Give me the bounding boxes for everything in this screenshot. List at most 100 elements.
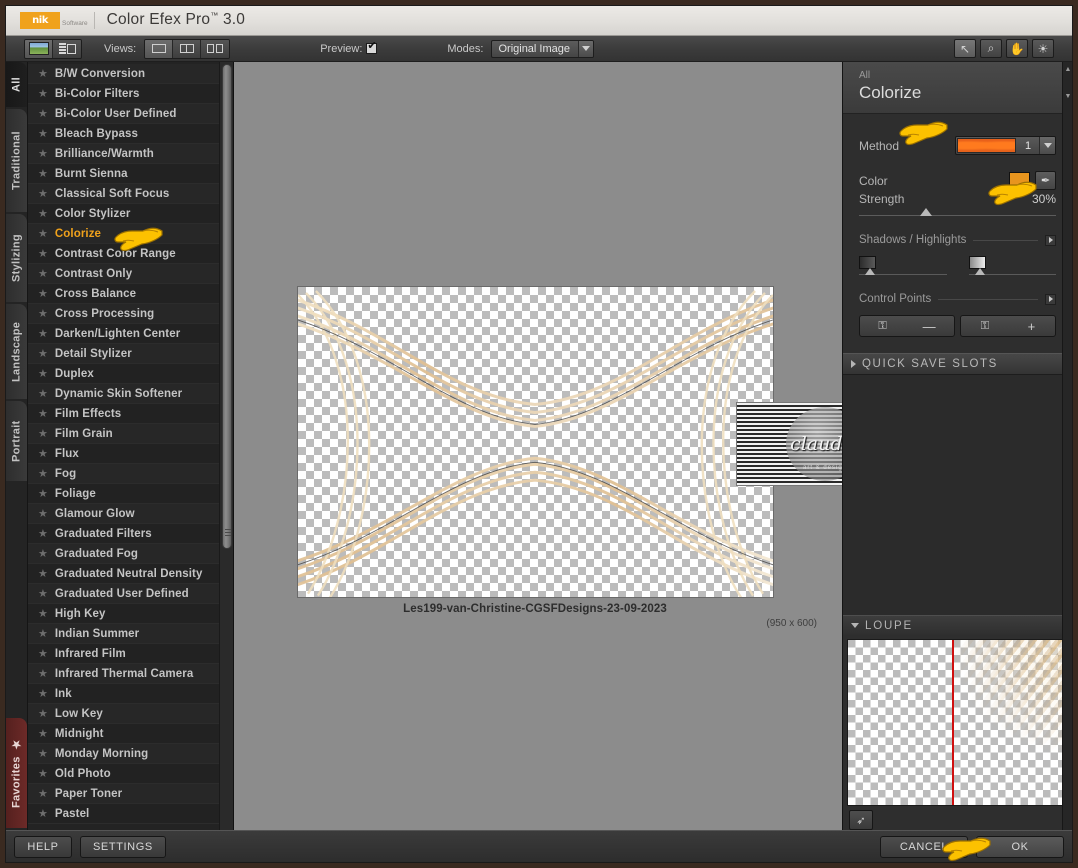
star-icon[interactable]: ★ <box>38 307 48 320</box>
scrollbar-thumb[interactable] <box>222 64 232 549</box>
filter-list-item[interactable]: ★ Foliage <box>28 484 219 504</box>
filter-list-item[interactable]: ★ Bi-Color User Defined <box>28 104 219 124</box>
star-icon[interactable]: ★ <box>38 407 48 420</box>
loupe-header[interactable]: LOUPE <box>843 615 1072 635</box>
filter-list-item[interactable]: ★ Contrast Color Range <box>28 244 219 264</box>
filter-list-item[interactable]: ★ Darken/Lighten Center <box>28 324 219 344</box>
star-icon[interactable]: ★ <box>38 327 48 340</box>
star-icon[interactable]: ★ <box>38 687 48 700</box>
star-icon[interactable]: ★ <box>38 667 48 680</box>
filter-list-item[interactable]: ★ Paper Toner <box>28 784 219 804</box>
image-preview-area[interactable]: claudia art & design Les199-van-Christin… <box>234 62 842 830</box>
star-icon[interactable]: ★ <box>38 807 48 820</box>
star-icon[interactable]: ★ <box>38 587 48 600</box>
star-icon[interactable]: ★ <box>38 547 48 560</box>
method-dropdown[interactable]: 1 <box>955 136 1056 155</box>
filter-list-item[interactable]: ★ Bi-Color Filters <box>28 84 219 104</box>
sidebar-tab-stylizing[interactable]: Stylizing <box>6 214 27 302</box>
filter-list-item[interactable]: ★ B/W Conversion <box>28 64 219 84</box>
quick-save-slots-header[interactable]: QUICK SAVE SLOTS <box>843 353 1072 375</box>
star-icon[interactable]: ★ <box>38 727 48 740</box>
hand-pan-tool[interactable]: ✋ <box>1006 39 1028 58</box>
sidebar-tab-favorites[interactable]: Favorites ★ <box>6 718 27 828</box>
sidebar-tab-landscape[interactable]: Landscape <box>6 304 27 399</box>
star-icon[interactable]: ★ <box>38 647 48 660</box>
remove-control-point-button[interactable]: ⚿ — <box>859 315 955 337</box>
magnifier-tool[interactable]: ⌕ <box>980 39 1002 58</box>
filter-list-item[interactable]: ★ Graduated Filters <box>28 524 219 544</box>
star-icon[interactable]: ★ <box>38 127 48 140</box>
filter-list-item[interactable]: ★ Glamour Glow <box>28 504 219 524</box>
filter-list-item[interactable]: ★ Colorize <box>28 224 219 244</box>
star-icon[interactable]: ★ <box>38 67 48 80</box>
star-icon[interactable]: ★ <box>38 107 48 120</box>
filter-list-item[interactable]: ★ Dynamic Skin Softener <box>28 384 219 404</box>
highlights-slider[interactable] <box>968 268 1056 275</box>
star-icon[interactable]: ★ <box>38 367 48 380</box>
eyedropper-icon[interactable]: ✒ <box>1035 171 1056 190</box>
filter-list-item[interactable]: ★ High Key <box>28 604 219 624</box>
filter-list-item[interactable]: ★ Indian Summer <box>28 624 219 644</box>
star-icon[interactable]: ★ <box>38 447 48 460</box>
star-icon[interactable]: ★ <box>38 787 48 800</box>
cancel-button[interactable]: CANCEL <box>880 835 968 858</box>
star-icon[interactable]: ★ <box>38 627 48 640</box>
side-by-side-view-button[interactable] <box>201 39 230 58</box>
color-swatch[interactable] <box>1009 172 1030 189</box>
filter-list-item[interactable]: ★ Cross Processing <box>28 304 219 324</box>
strength-slider-handle[interactable] <box>920 208 933 216</box>
star-icon[interactable]: ★ <box>38 747 48 760</box>
sidebar-tab-traditional[interactable]: Traditional <box>6 109 27 212</box>
expand-arrow-icon[interactable] <box>1045 234 1056 246</box>
arrow-pointer-tool[interactable]: ↖ <box>954 39 976 58</box>
shadows-slider[interactable] <box>859 268 947 275</box>
star-icon[interactable]: ★ <box>38 707 48 720</box>
scroll-down-arrow-icon[interactable]: ▼ <box>1064 92 1072 100</box>
views-button-group[interactable] <box>144 38 231 59</box>
filter-list-item[interactable]: ★ Flux <box>28 444 219 464</box>
shadows-control[interactable] <box>859 256 947 275</box>
filter-list-item[interactable]: ★ Film Grain <box>28 424 219 444</box>
pin-cursor-icon[interactable]: ➶ <box>849 810 873 830</box>
filter-list-item[interactable]: ★ Ink <box>28 684 219 704</box>
filter-list-item[interactable]: ★ Graduated Neutral Density <box>28 564 219 584</box>
strength-slider[interactable] <box>859 208 1056 216</box>
filter-list-item[interactable]: ★ Pastel <box>28 804 219 824</box>
star-icon[interactable]: ★ <box>38 267 48 280</box>
filter-list-item[interactable]: ★ Infrared Thermal Camera <box>28 664 219 684</box>
filter-list-item[interactable]: ★ Bleach Bypass <box>28 124 219 144</box>
view-mode-toggle-group[interactable] <box>24 38 82 59</box>
star-icon[interactable]: ★ <box>38 347 48 360</box>
filter-list-item[interactable]: ★ Burnt Sienna <box>28 164 219 184</box>
settings-button[interactable]: SETTINGS <box>80 835 166 858</box>
star-icon[interactable]: ★ <box>38 487 48 500</box>
filter-list-scrollbar[interactable] <box>219 62 233 830</box>
chevron-down-icon[interactable] <box>578 40 594 57</box>
brightness-tool[interactable]: ☀ <box>1032 39 1054 58</box>
single-pane-view-button[interactable] <box>145 39 174 58</box>
filter-list-item[interactable]: ★ Cross Balance <box>28 284 219 304</box>
modes-dropdown[interactable]: Original Image <box>491 39 595 58</box>
highlights-slider-handle[interactable] <box>974 268 985 275</box>
image-canvas[interactable] <box>297 286 774 598</box>
loupe-preview[interactable] <box>847 639 1066 806</box>
filter-list-item[interactable]: ★ Infrared Film <box>28 644 219 664</box>
filter-list-item[interactable]: ★ Monday Morning <box>28 744 219 764</box>
star-icon[interactable]: ★ <box>38 387 48 400</box>
preview-checkbox[interactable] <box>366 41 378 54</box>
shadows-slider-handle[interactable] <box>865 268 875 275</box>
filter-list-item[interactable]: ★ Old Photo <box>28 764 219 784</box>
star-icon[interactable]: ★ <box>38 287 48 300</box>
add-control-point-button[interactable]: ⚿ + <box>960 315 1056 337</box>
star-icon[interactable]: ★ <box>38 467 48 480</box>
ok-button[interactable]: OK <box>976 835 1064 858</box>
star-icon[interactable]: ★ <box>38 767 48 780</box>
chevron-down-icon[interactable] <box>1039 137 1055 154</box>
star-icon[interactable]: ★ <box>38 187 48 200</box>
filter-list-item[interactable]: ★ Duplex <box>28 364 219 384</box>
star-icon[interactable]: ★ <box>38 147 48 160</box>
filter-list-item[interactable]: ★ Film Effects <box>28 404 219 424</box>
sidebar-tab-portrait[interactable]: Portrait <box>6 401 27 481</box>
star-icon[interactable]: ★ <box>38 607 48 620</box>
filter-list-item[interactable]: ★ Graduated Fog <box>28 544 219 564</box>
